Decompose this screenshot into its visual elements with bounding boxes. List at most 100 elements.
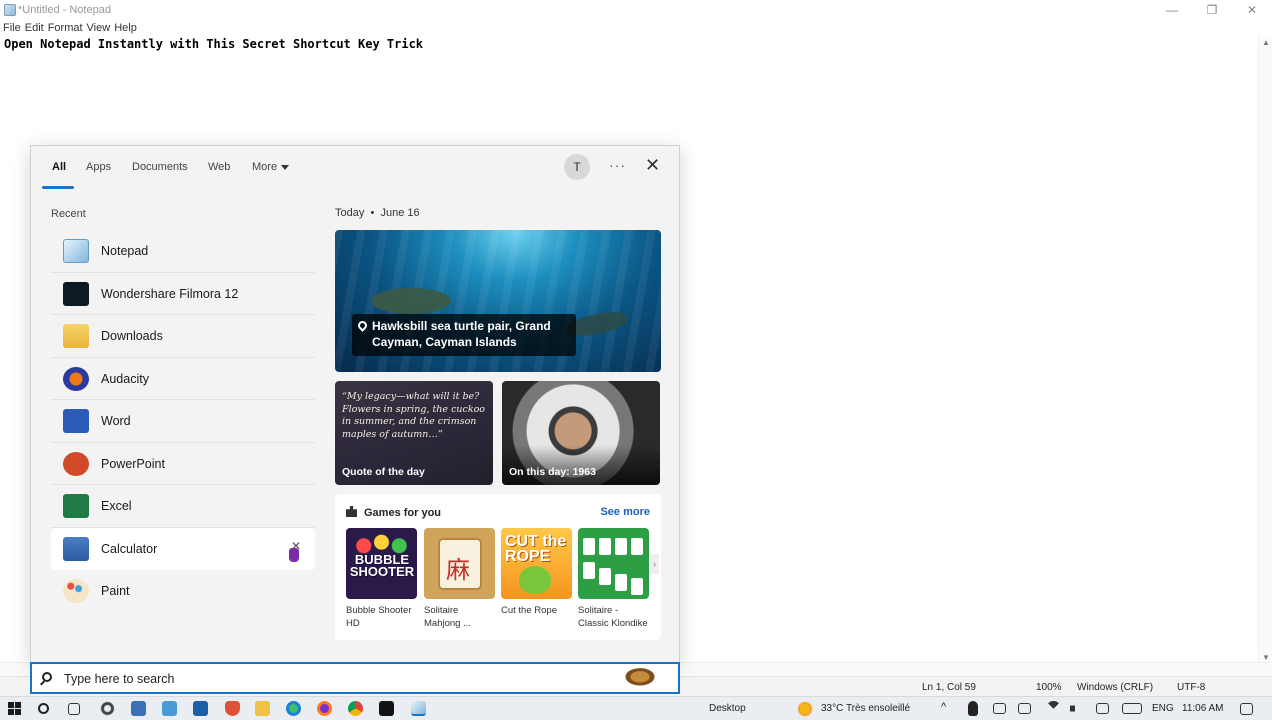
device-icon[interactable] [1018,703,1031,714]
zoom-level: 100% [1036,682,1062,693]
avatar[interactable]: T [564,154,590,180]
game-name[interactable]: Solitaire Mahjong ... [424,604,496,630]
weather-text[interactable]: 33°C Très ensoleillé [821,703,910,714]
desktop-toolbar[interactable]: Desktop [709,703,746,714]
notification-icon[interactable] [1096,703,1109,714]
notepad-taskbar-icon[interactable] [411,701,426,716]
quote-text: “My legacy—what will it be? Flowers in s… [342,391,486,440]
recent-item-excel[interactable]: Excel [51,485,315,528]
game-tile-solitaire[interactable] [578,528,649,599]
on-this-day-card[interactable]: On this day: 1963 [502,381,660,485]
recent-item-paint[interactable]: Paint [51,570,315,613]
game-tile-text: CUT the ROPE [505,533,567,565]
filmora-icon[interactable] [379,701,394,716]
tab-documents[interactable]: Documents [132,161,188,173]
recent-item-label: PowerPoint [101,456,165,471]
notepad-icon [63,239,89,263]
tab-web[interactable]: Web [208,161,230,173]
chrome-icon[interactable] [348,701,363,716]
notepad-app-icon [4,4,16,16]
recent-item-downloads[interactable]: Downloads [51,315,315,358]
app-icon[interactable] [162,701,177,716]
recent-item-notepad[interactable]: Notepad [51,230,315,273]
menu-help[interactable]: Help [114,20,137,36]
scroll-up-icon[interactable]: ▲ [1262,38,1270,47]
recent-item-filmora[interactable]: Wondershare Filmora 12 [51,273,315,315]
hero-card[interactable]: Hawksbill sea turtle pair, Grand Cayman,… [335,230,661,372]
card-icon [615,538,627,555]
more-options-icon[interactable]: ··· [609,157,626,173]
chevron-down-icon [281,164,290,170]
game-tile-mahjong[interactable] [424,528,495,599]
file-explorer-icon[interactable] [255,701,270,716]
clock[interactable]: 11:06 AM [1182,703,1224,714]
filmora-icon [63,281,89,306]
minimize-button[interactable]: — [1152,2,1192,18]
card-icon [599,538,611,555]
downloads-app-icon[interactable] [193,701,208,716]
recent-item-audacity[interactable]: Audacity [51,358,315,400]
game-name[interactable]: Bubble Shooter HD [346,604,418,630]
edge-icon[interactable] [286,701,301,716]
action-center-icon[interactable] [1240,703,1253,715]
close-window-button[interactable]: ✕ [1232,2,1272,18]
tab-apps[interactable]: Apps [86,161,111,173]
location-pin-icon [356,319,369,332]
turtle-shape [371,288,451,314]
cursor-position: Ln 1, Col 59 [922,682,976,693]
menu-edit[interactable]: Edit [25,20,44,36]
game-name[interactable]: Cut the Rope [501,604,573,617]
game-name[interactable]: Solitaire - Classic Klondike [578,604,650,630]
app-icon[interactable] [131,701,146,716]
card-icon [631,578,643,595]
recent-heading: Recent [51,208,86,220]
wifi-icon[interactable] [1046,701,1061,716]
recent-item-word[interactable]: Word [51,400,315,443]
tab-more-label: More [252,161,278,173]
recent-item-calculator[interactable]: Calculator ✕ [51,527,315,570]
card-icon [631,538,643,555]
keyboard-icon[interactable] [1122,703,1142,714]
brave-icon[interactable] [225,701,240,716]
maximize-button[interactable]: ❐ [1192,2,1232,18]
volume-icon[interactable] [1070,701,1082,716]
search-input[interactable] [64,670,584,688]
task-view-icon[interactable] [68,703,80,715]
search-tabs: All Apps Documents Web More T ··· ✕ [31,146,679,190]
chevron-up-icon[interactable]: ^ [941,701,946,713]
menu-format[interactable]: Format [48,20,83,36]
game-tile-bubble-shooter[interactable]: BUBBLE SHOOTER [346,528,417,599]
tab-all[interactable]: All [52,161,66,173]
vertical-scrollbar[interactable]: ▲ ▼ [1258,36,1272,664]
chevron-right-icon[interactable]: › [650,554,659,574]
recent-item-powerpoint[interactable]: PowerPoint [51,443,315,485]
close-icon[interactable]: ✕ [645,155,660,176]
menu-bar: File Edit Format View Help [0,20,137,36]
search-box[interactable] [30,662,680,694]
tab-more[interactable]: More [252,161,290,173]
search-icon[interactable] [38,703,49,714]
recent-item-label: Paint [101,584,130,598]
see-more-link[interactable]: See more [600,506,650,518]
microphone-icon[interactable] [968,701,978,716]
game-tile-cut-the-rope[interactable]: CUT the ROPE [501,528,572,599]
mahjong-tile-icon [438,538,482,590]
scroll-down-icon[interactable]: ▼ [1262,653,1270,662]
meet-now-icon[interactable] [993,703,1006,714]
card-icon [615,574,627,591]
recent-item-label: Downloads [101,329,163,343]
quote-card[interactable]: “My legacy—what will it be? Flowers in s… [335,381,493,485]
card-icon [583,562,595,579]
search-icon [42,672,52,682]
windows-start-icon[interactable] [8,702,21,715]
language-indicator[interactable]: ENG [1152,703,1174,714]
menu-view[interactable]: View [87,20,111,36]
games-icon [346,506,357,517]
today-separator: • [370,207,375,219]
on-this-day-label: On this day: 1963 [509,466,596,478]
settings-gear-icon[interactable] [100,701,115,716]
firefox-icon[interactable] [317,701,332,716]
menu-file[interactable]: File [3,20,21,36]
word-icon [63,409,89,433]
editor-text[interactable]: Open Notepad Instantly with This Secret … [4,37,423,51]
